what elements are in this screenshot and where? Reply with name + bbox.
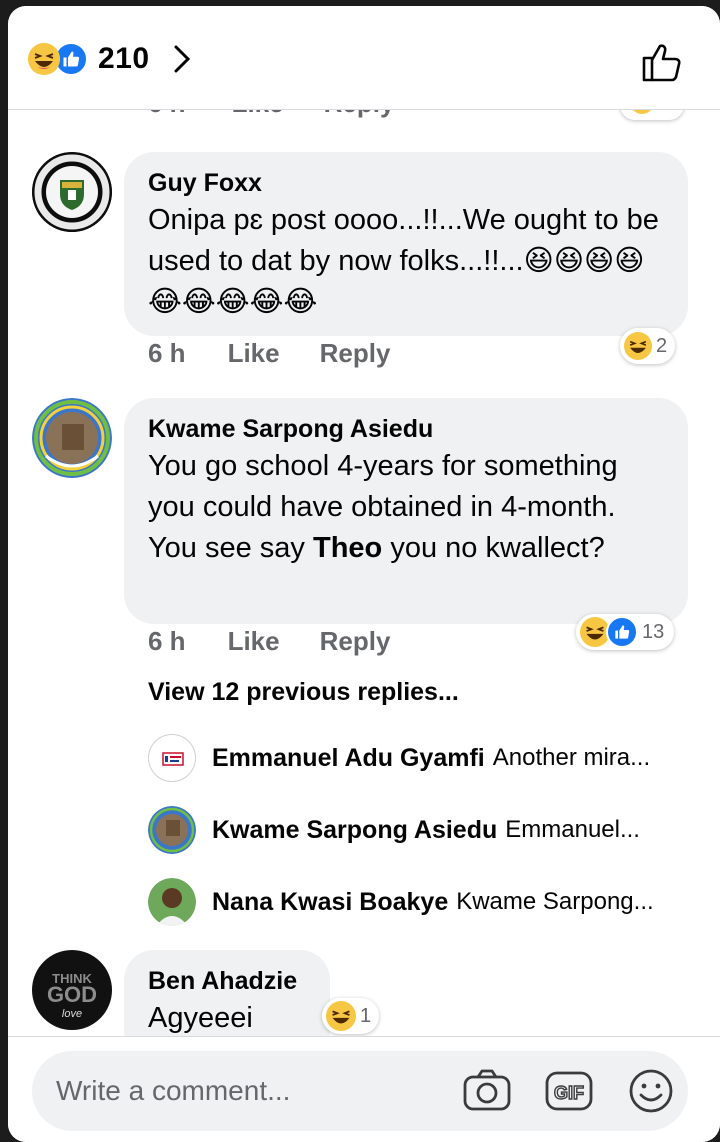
thumbs-up-outline-icon[interactable] bbox=[640, 40, 684, 84]
avatar bbox=[148, 878, 196, 926]
avatar-text: GOD bbox=[46, 982, 98, 1007]
reaction-count: 13 bbox=[642, 620, 665, 643]
reply-snippet: Another mira... bbox=[492, 744, 651, 771]
comment-text-part: you no kwallect? bbox=[382, 532, 605, 564]
time-label: 6 h bbox=[148, 110, 186, 119]
haha-emoji-icon bbox=[630, 110, 654, 114]
emoji-smiley-icon[interactable] bbox=[626, 1067, 676, 1115]
reply-author: Emmanuel Adu Gyamfi bbox=[212, 743, 485, 772]
comment-author[interactable]: Ben Ahadzie bbox=[148, 964, 306, 998]
like-reaction-icon bbox=[606, 616, 638, 648]
comment-input[interactable] bbox=[56, 1071, 436, 1111]
reaction-pill[interactable]: 2 bbox=[620, 328, 676, 364]
reply-author: Nana Kwasi Boakye bbox=[212, 887, 449, 916]
haha-emoji-icon bbox=[624, 332, 652, 360]
reply-preview[interactable]: Kwame Sarpong Asiedu Emmanuel... bbox=[148, 806, 708, 854]
comment-text: Agyeeei bbox=[148, 1002, 253, 1034]
reactions-header: 210 bbox=[8, 6, 720, 110]
reply-snippet: Emmanuel... bbox=[505, 816, 640, 843]
previous-comment-meta: 6 h Like Reply bbox=[8, 110, 720, 126]
comment-composer: GIF bbox=[8, 1036, 720, 1142]
comment-text: You go school 4-years for something you … bbox=[148, 446, 664, 569]
comment-text: Onipa pɛ post oooo...!!...We ought to be… bbox=[148, 204, 659, 318]
avatar-text: love bbox=[61, 1008, 83, 1020]
haha-emoji-icon bbox=[28, 43, 60, 75]
reaction-count: 1 bbox=[360, 1004, 372, 1027]
avatar[interactable]: THINK GOD love bbox=[32, 950, 112, 1030]
composer-field[interactable]: GIF bbox=[32, 1051, 688, 1131]
reply-link[interactable]: Reply bbox=[320, 626, 391, 657]
reactions-summary[interactable]: 210 bbox=[28, 42, 192, 76]
like-link[interactable]: Like bbox=[228, 626, 280, 657]
reaction-pill[interactable] bbox=[620, 110, 684, 120]
camera-icon[interactable] bbox=[462, 1067, 512, 1115]
reply-preview[interactable]: Nana Kwasi Boakye Kwame Sarpong... bbox=[148, 878, 708, 926]
gif-icon[interactable]: GIF bbox=[544, 1067, 594, 1115]
comment-actions: 6 h Like Reply bbox=[148, 338, 430, 369]
comment-author[interactable]: Kwame Sarpong Asiedu bbox=[148, 412, 664, 446]
reaction-count: 210 bbox=[98, 42, 150, 75]
like-link[interactable]: Like bbox=[232, 110, 284, 119]
avatar[interactable] bbox=[32, 398, 112, 478]
like-link[interactable]: Like bbox=[228, 338, 280, 369]
reply-link[interactable]: Reply bbox=[324, 110, 395, 119]
comment-bubble[interactable]: Guy Foxx Onipa pɛ post oooo...!!...We ou… bbox=[124, 152, 688, 336]
chevron-right-icon[interactable] bbox=[172, 44, 192, 74]
avatar bbox=[148, 734, 196, 782]
avatar[interactable] bbox=[32, 152, 112, 232]
time-label: 6 h bbox=[148, 338, 186, 368]
reaction-pill[interactable]: 13 bbox=[576, 614, 675, 650]
reaction-pill[interactable]: 1 bbox=[322, 998, 380, 1034]
reaction-count: 2 bbox=[656, 334, 668, 357]
comment-bubble[interactable]: Kwame Sarpong Asiedu You go school 4-yea… bbox=[124, 398, 688, 624]
haha-emoji-icon bbox=[326, 1001, 356, 1031]
comment-author[interactable]: Guy Foxx bbox=[148, 166, 664, 200]
reply-author: Kwame Sarpong Asiedu bbox=[212, 815, 498, 844]
svg-text:GIF: GIF bbox=[554, 1083, 584, 1103]
time-label: 6 h bbox=[148, 626, 186, 656]
mention-link[interactable]: Theo bbox=[313, 532, 382, 564]
reply-link[interactable]: Reply bbox=[320, 338, 391, 369]
comment-actions: 6 h Like Reply bbox=[148, 626, 430, 657]
comments-sheet: 210 6 h Like Reply Guy Foxx Onipa bbox=[8, 6, 720, 1142]
avatar bbox=[148, 806, 196, 854]
reply-snippet: Kwame Sarpong... bbox=[456, 888, 654, 915]
reply-preview[interactable]: Emmanuel Adu Gyamfi Another mira... bbox=[148, 734, 708, 782]
view-previous-replies-link[interactable]: View 12 previous replies... bbox=[148, 678, 459, 707]
